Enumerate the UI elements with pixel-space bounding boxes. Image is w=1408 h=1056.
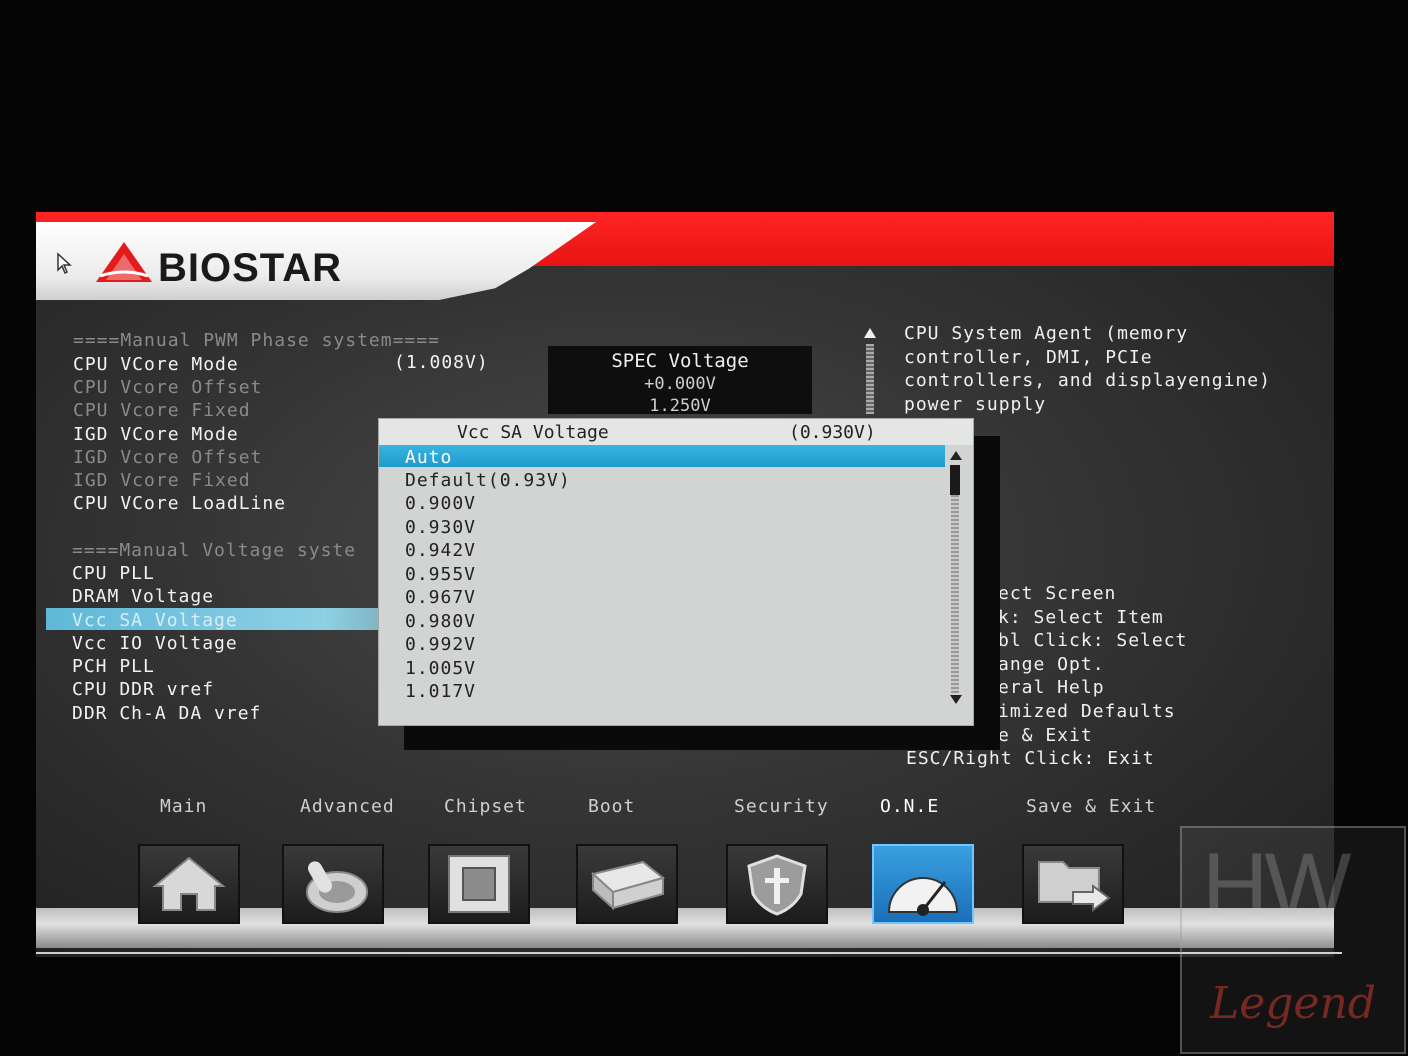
bios-screen: BIOSTAR ====Manual PWM Phase system==== …	[36, 212, 1334, 957]
biostar-logo-text: BIOSTAR	[158, 246, 343, 290]
spec-voltage-box: SPEC Voltage +0.000V 1.250V	[548, 346, 812, 416]
home-icon	[152, 856, 226, 911]
scroll-track[interactable]	[951, 495, 959, 693]
option-voltage[interactable]: 0.955V	[405, 564, 476, 585]
help-scrollbar[interactable]	[866, 344, 874, 414]
folder-exit-icon	[1038, 861, 1111, 912]
popup-title-bar: Vcc SA Voltage (0.930V)	[379, 419, 973, 445]
tab-security[interactable]	[726, 844, 828, 924]
option-voltage[interactable]: 0.967V	[405, 587, 476, 608]
tab-one[interactable]	[872, 844, 974, 924]
setting-igd-vcore-fixed: IGD Vcore Fixed	[73, 470, 251, 491]
setting-pch-pll[interactable]: PCH PLL	[72, 656, 155, 677]
hwlegend-watermark: HW Legend	[1180, 826, 1406, 1054]
popup-scrollbar[interactable]	[945, 445, 967, 723]
logo-panel: BIOSTAR	[36, 222, 596, 300]
setting-vcc-sa-voltage[interactable]: Vcc SA Voltage	[72, 610, 238, 631]
setting-cpu-vcore-mode[interactable]: CPU VCore Mode	[73, 354, 239, 375]
bottom-divider	[36, 952, 1342, 954]
option-voltage[interactable]: 0.992V	[405, 634, 476, 655]
biostar-logo-icon	[96, 242, 152, 282]
scroll-thumb[interactable]	[950, 465, 960, 495]
help-description: CPU System Agent (memory controller, DMI…	[904, 323, 1271, 415]
section-header-pwm: ====Manual PWM Phase system====	[73, 330, 440, 351]
option-voltage[interactable]: 0.980V	[405, 611, 476, 632]
tab-boot[interactable]	[576, 844, 678, 924]
popup-title: Vcc SA Voltage	[457, 422, 609, 443]
popup-current-value: (0.930V)	[789, 422, 876, 443]
drive-icon	[590, 860, 666, 911]
spec-voltage-title: SPEC Voltage	[611, 350, 749, 372]
vcc-sa-voltage-popup[interactable]: Vcc SA Voltage (0.930V) Auto Default(0.9…	[378, 418, 974, 726]
option-highlight	[379, 445, 945, 467]
tab-advanced-label[interactable]: Advanced	[300, 796, 395, 817]
option-voltage[interactable]: 0.930V	[405, 517, 476, 538]
tab-main-label[interactable]: Main	[160, 796, 207, 817]
tab-chipset-label[interactable]: Chipset	[444, 796, 527, 817]
setting-dram-voltage[interactable]: DRAM Voltage	[72, 586, 214, 607]
setting-cpu-pll[interactable]: CPU PLL	[72, 563, 155, 584]
setting-cpu-vcore-mode-value: (1.008V)	[394, 352, 489, 373]
option-auto[interactable]: Auto	[405, 447, 452, 468]
option-voltage[interactable]: 0.900V	[405, 493, 476, 514]
tab-save-exit-label[interactable]: Save & Exit	[1026, 796, 1156, 817]
setting-cpu-vcore-offset: CPU Vcore Offset	[73, 377, 263, 398]
scroll-up-arrow-icon[interactable]	[950, 451, 962, 460]
option-default[interactable]: Default(0.93V)	[405, 470, 571, 491]
option-voltage[interactable]: 1.005V	[405, 658, 476, 679]
option-voltage[interactable]: 1.017V	[405, 681, 476, 702]
mouse-cursor-icon	[57, 252, 72, 275]
spec-value: 1.250V	[649, 396, 711, 416]
tab-main[interactable]	[138, 844, 240, 924]
joystick-icon	[306, 861, 368, 913]
setting-cpu-vcore-fixed: CPU Vcore Fixed	[73, 400, 251, 421]
setting-vcc-io-voltage[interactable]: Vcc IO Voltage	[72, 633, 238, 654]
section-header-voltage: ====Manual Voltage syste	[72, 540, 357, 561]
setting-ddr-cha-da-vref[interactable]: DDR Ch-A DA vref	[72, 703, 261, 724]
setting-cpu-ddr-vref[interactable]: CPU DDR vref	[72, 679, 214, 700]
gauge-icon	[887, 877, 959, 916]
watermark-mark: HW	[1202, 835, 1351, 937]
scroll-down-arrow-icon[interactable]	[950, 695, 962, 704]
spec-value: +0.000V	[644, 374, 716, 394]
tab-one-label[interactable]: O.N.E	[880, 796, 939, 817]
tab-advanced[interactable]	[282, 844, 384, 924]
watermark-word: Legend	[1210, 978, 1376, 1029]
tab-boot-label[interactable]: Boot	[588, 796, 635, 817]
tab-security-label[interactable]: Security	[734, 796, 829, 817]
key-hint: ESC/Right Click: Exit	[906, 748, 1155, 770]
tab-save-exit[interactable]	[1022, 844, 1124, 924]
option-voltage[interactable]: 0.942V	[405, 540, 476, 561]
chip-icon	[448, 855, 510, 913]
help-scroll-up-icon[interactable]	[864, 328, 876, 338]
setting-igd-vcore-mode[interactable]: IGD VCore Mode	[73, 424, 239, 445]
shield-icon	[747, 854, 807, 916]
setting-igd-vcore-offset: IGD Vcore Offset	[73, 447, 263, 468]
setting-cpu-vcore-loadline[interactable]: CPU VCore LoadLine	[73, 493, 286, 514]
tab-chipset[interactable]	[428, 844, 530, 924]
